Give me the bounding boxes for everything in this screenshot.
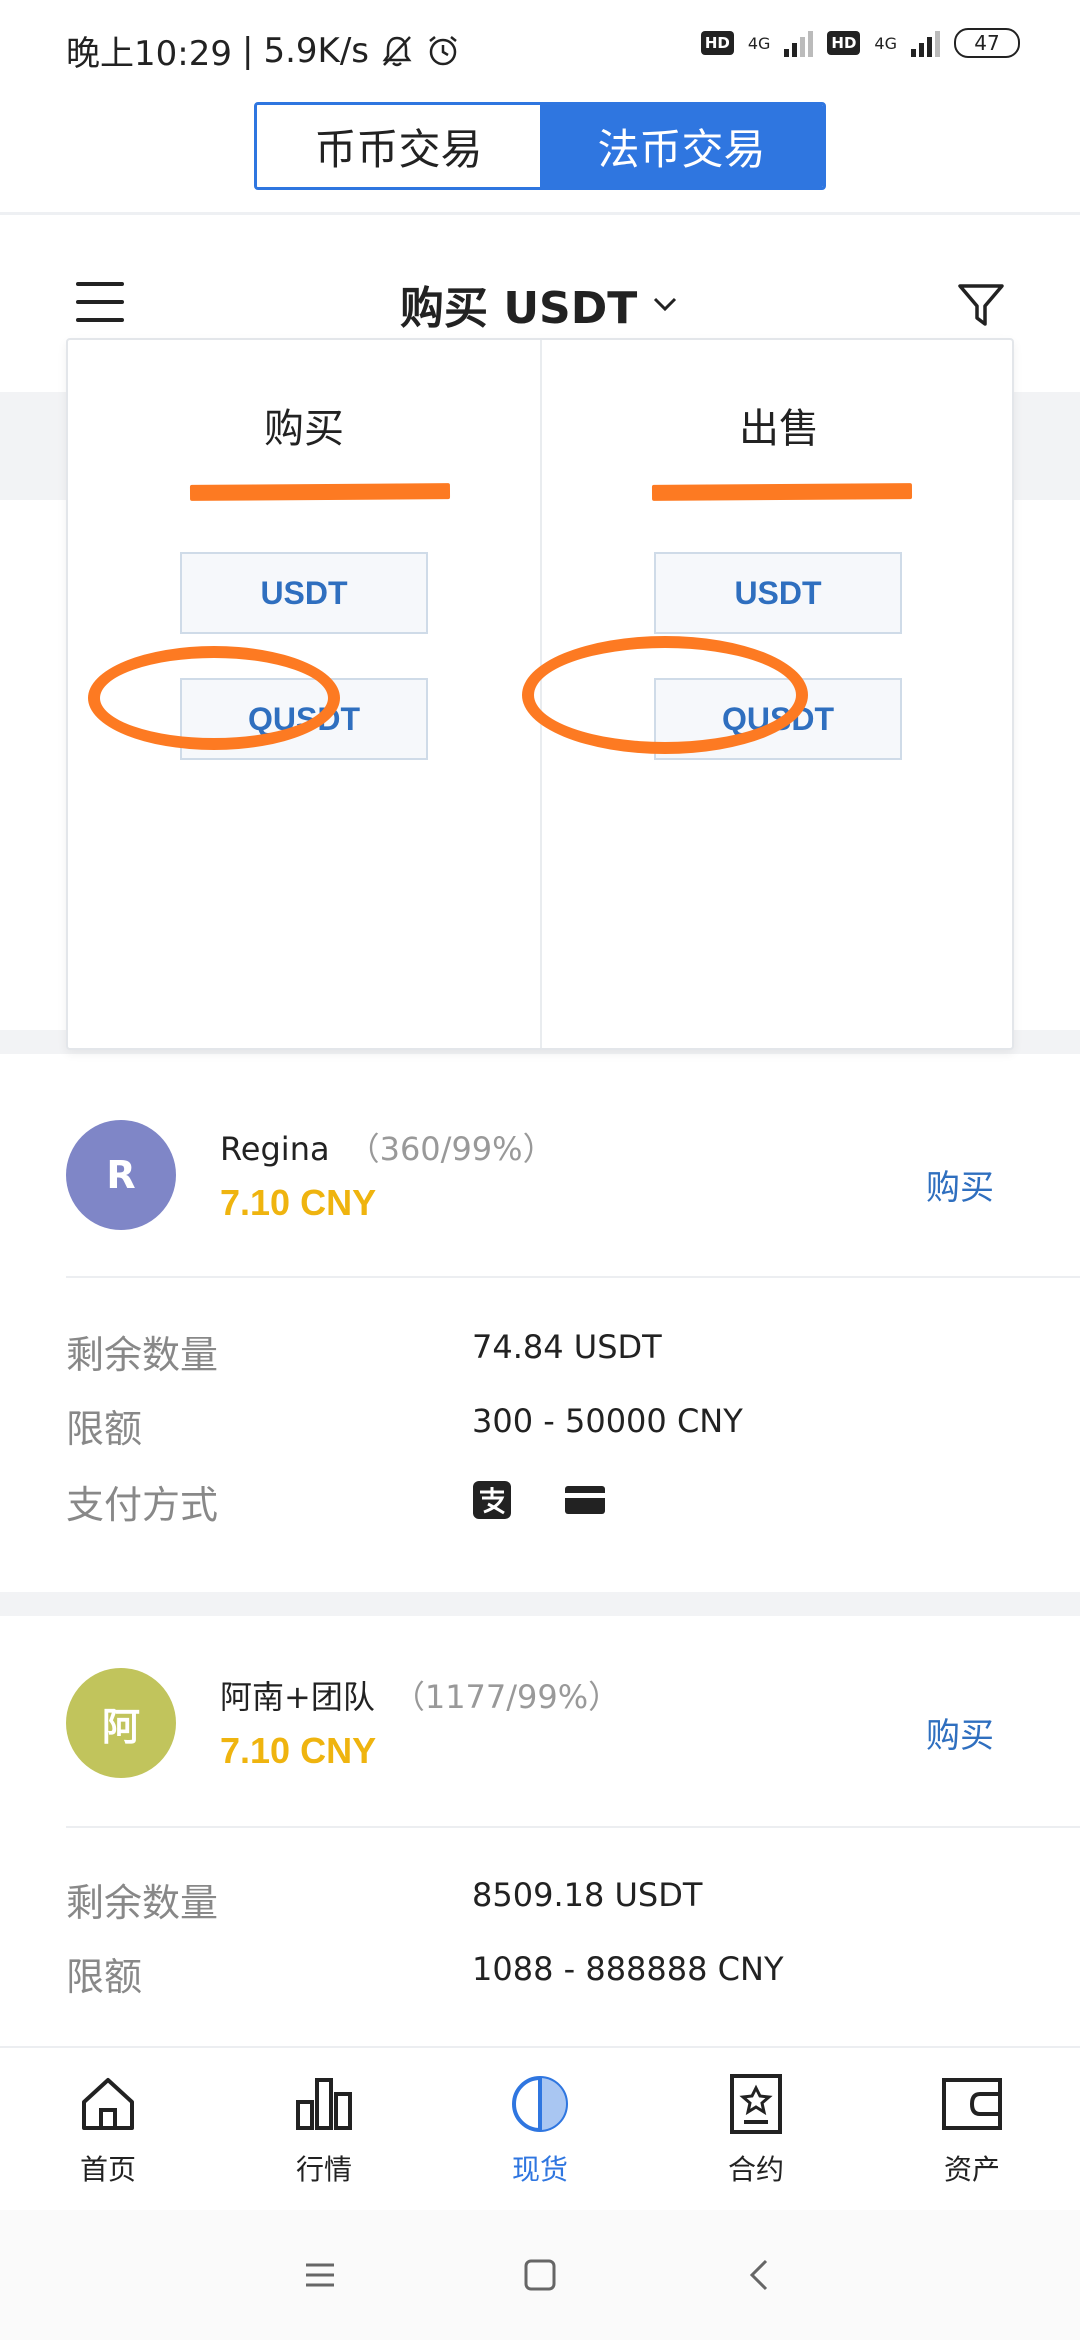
nav-contract-label: 合约 (727, 2153, 784, 2186)
nav-spot[interactable]: 现货 (432, 2048, 648, 2210)
avatar: R (66, 1120, 176, 1230)
merchant-card: 阿 阿南+团队 （1177/99%） 7.10 CNY 购买 剩余数量 8509.… (0, 1616, 1080, 2046)
signal-icon-2 (911, 29, 940, 57)
hd-badge-2: HD (827, 31, 861, 55)
limit-label: 限额 (66, 1955, 143, 1999)
network-type-2: 4G (874, 33, 897, 53)
page-title-text: 购买 USDT (400, 283, 638, 334)
battery-icon: 47 (954, 28, 1020, 58)
buy-underline-annotation (189, 483, 451, 501)
system-nav-bar (0, 2210, 1080, 2340)
merchant-name-text: 阿南+团队 (220, 1678, 375, 1716)
buy-usdt-option[interactable]: USDT (180, 552, 428, 634)
merchant-card: R Regina （360/99%） 7.10 CNY 购买 剩余数量 74.84… (0, 1054, 1080, 1592)
page-title[interactable]: 购买 USDT (400, 272, 681, 336)
payment-label: 支付方式 (66, 1483, 219, 1527)
sell-heading[interactable]: 出售 (542, 396, 1016, 454)
home-button-icon[interactable] (520, 2255, 560, 2295)
merchant-stats: （1177/99%） (392, 1678, 621, 1716)
wallet-icon (942, 2078, 1002, 2130)
status-right: HD 4G HD 4G 47 (700, 28, 1020, 58)
limit-value: 300 - 50000 CNY (472, 1402, 743, 1440)
bottom-nav: 首页 行情 现货 合约 资产 (0, 2046, 1080, 2210)
alarm-icon (429, 35, 457, 65)
remaining-value: 8509.18 USDT (472, 1876, 703, 1914)
nav-market-label: 行情 (295, 2153, 352, 2186)
trade-type-tabs: 币币交易 法币交易 (254, 102, 826, 190)
mute-bell-icon (382, 35, 412, 66)
card-divider (66, 1826, 1080, 1828)
card-gap (0, 1592, 1080, 1616)
remaining-value: 74.84 USDT (472, 1328, 662, 1366)
limit-label: 限额 (66, 1407, 143, 1451)
tab-fiat-trade[interactable]: 法币交易 (540, 105, 823, 187)
sell-column: 出售 USDT QUSDT (522, 340, 1016, 1048)
nav-assets-label: 资产 (943, 2153, 1000, 2186)
status-separator: | (241, 30, 254, 71)
buy-button[interactable]: 购买 (926, 1160, 994, 1209)
circle-annotation (88, 646, 340, 750)
status-left: 晚上10:29 | 5.9K/s (66, 26, 461, 75)
buy-button[interactable]: 购买 (926, 1708, 994, 1757)
merchant-price: 7.10 CNY (220, 1182, 377, 1223)
merchant-stats: （360/99%） (347, 1130, 555, 1168)
network-type: 4G (747, 33, 771, 53)
nav-spot-label: 现货 (511, 2153, 568, 2186)
nav-home[interactable]: 首页 (0, 2048, 216, 2210)
remaining-label: 剩余数量 (66, 1333, 219, 1377)
nav-market[interactable]: 行情 (216, 2048, 432, 2210)
back-icon[interactable] (740, 2255, 780, 2295)
status-bar: 晚上10:29 | 5.9K/s HD 4G HD 4G 47 (0, 0, 1080, 96)
nav-home-label: 首页 (79, 2153, 136, 2186)
filter-icon[interactable] (956, 280, 1006, 330)
bank-card-icon (565, 1486, 605, 1514)
sell-underline-annotation (651, 483, 913, 501)
signal-icon (784, 29, 814, 57)
alipay-icon (473, 1481, 511, 1519)
header-divider (0, 212, 1080, 215)
merchant-name-text: Regina (220, 1130, 330, 1168)
remaining-label: 剩余数量 (66, 1881, 219, 1925)
coin-select-dropdown: 购买 USDT QUSDT 出售 USDT QUSDT (66, 338, 1014, 1050)
market-chart-icon (296, 2078, 352, 2130)
sell-usdt-option[interactable]: USDT (654, 552, 902, 634)
nav-contract[interactable]: 合约 (648, 2048, 864, 2210)
payment-methods (472, 1480, 606, 1520)
buy-heading[interactable]: 购买 (68, 396, 540, 454)
merchant-price: 7.10 CNY (220, 1730, 377, 1771)
contract-icon (730, 2074, 782, 2134)
menu-icon[interactable] (76, 282, 124, 322)
network-speed: 5.9K/s (263, 30, 369, 71)
chevron-down-icon (654, 297, 677, 312)
merchant-name: 阿南+团队 （1177/99%） (220, 1672, 620, 1718)
limit-value: 1088 - 888888 CNY (472, 1950, 784, 1988)
status-time: 晚上10:29 (66, 34, 232, 74)
buy-column: 购买 USDT QUSDT (68, 340, 542, 1048)
recent-apps-icon[interactable] (300, 2255, 340, 2295)
merchant-name: Regina （360/99%） (220, 1124, 555, 1170)
card-divider (66, 1276, 1080, 1278)
nav-assets[interactable]: 资产 (864, 2048, 1080, 2210)
circle-annotation (522, 636, 808, 754)
avatar: 阿 (66, 1668, 176, 1778)
spot-icon (512, 2076, 568, 2132)
tab-coin-trade[interactable]: 币币交易 (257, 105, 540, 187)
hd-badge: HD (700, 31, 734, 55)
home-icon (82, 2078, 134, 2130)
